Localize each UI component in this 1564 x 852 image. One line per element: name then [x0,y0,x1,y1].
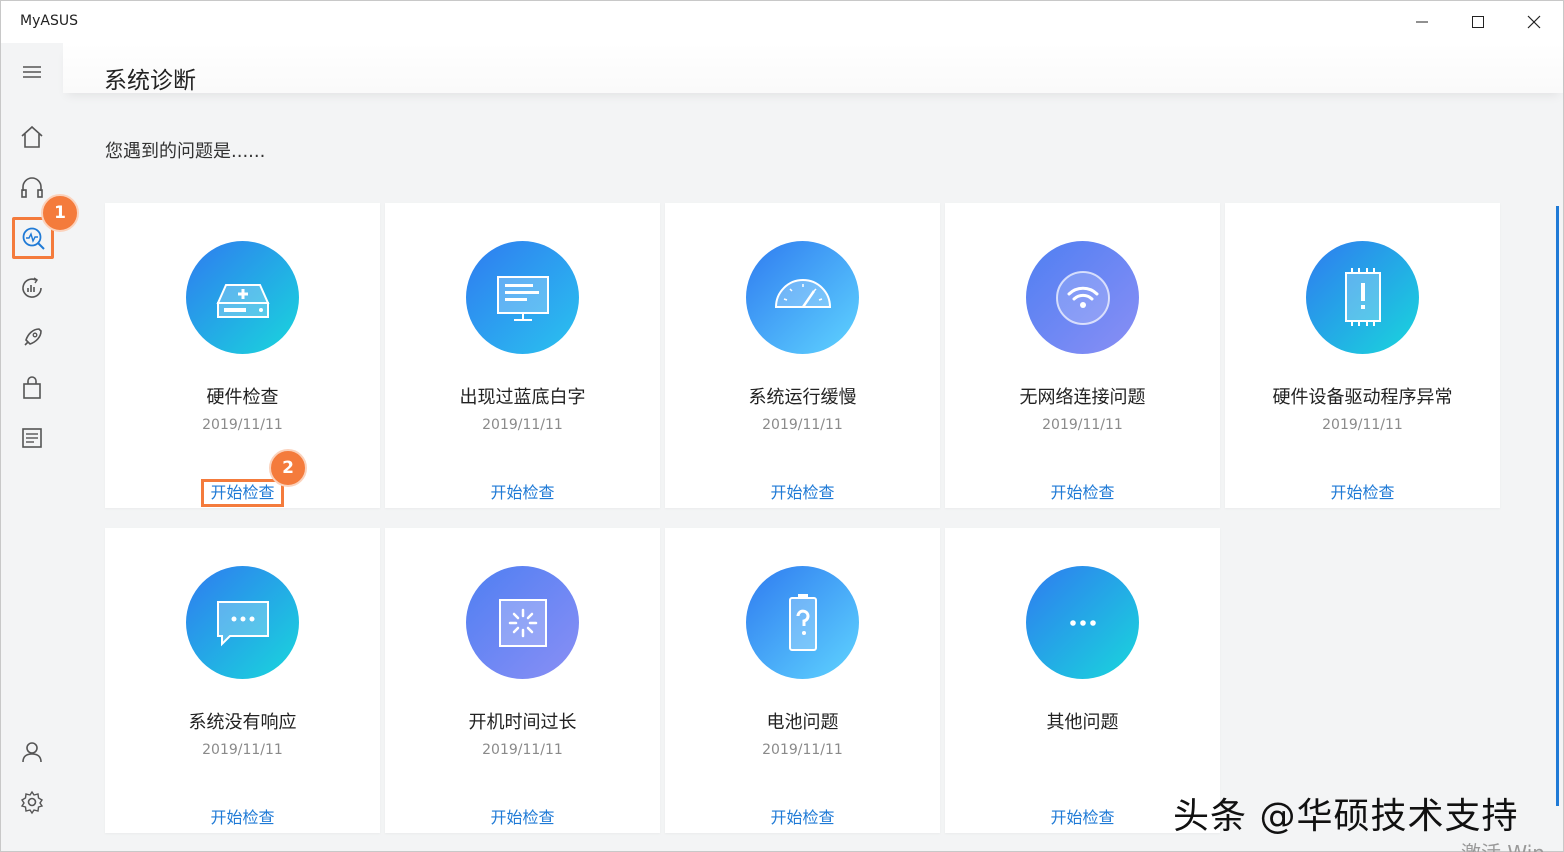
card-blue-screen[interactable]: 出现过蓝底白字 2019/11/11 开始检查 [385,203,660,508]
close-button[interactable] [1511,7,1557,37]
card-date: 2019/11/11 [202,417,283,433]
card-title: 硬件设备驱动程序异常 [1272,387,1453,408]
wifi-icon [1055,270,1110,325]
close-icon [1527,15,1541,29]
step-marker-1: 1 [41,194,79,232]
page-title: 系统诊断 [104,68,196,94]
card-icon-circle [1026,566,1139,679]
app-title: MyASUS [20,13,78,29]
card-title: 硬件检查 [206,387,279,408]
card-icon-circle [466,566,579,679]
card-icon-circle [1306,241,1419,354]
shopping-bag-icon [23,376,41,399]
user-icon [22,742,42,763]
card-icon-circle [186,241,299,354]
more-icon [1069,619,1096,626]
card-date: 2019/11/11 [202,742,283,758]
sidebar-item-system-update[interactable] [15,271,49,305]
question-prompt: 您遇到的问题是...... [105,141,266,162]
start-check-link[interactable]: 开始检查 [105,804,380,828]
card-driver-error[interactable]: 硬件设备驱动程序异常 2019/11/11 开始检查 [1225,203,1500,508]
start-check-link[interactable]: 开始检查 [665,479,940,503]
hamburger-menu-button[interactable] [15,55,49,89]
card-icon-circle [466,241,579,354]
start-check-link[interactable]: 开始检查 [665,804,940,828]
card-system-slow[interactable]: 系统运行缓慢 2019/11/11 开始检查 [665,203,940,508]
sidebar-item-store[interactable] [15,371,49,405]
card-title: 电池问题 [766,712,839,733]
card-title: 系统运行缓慢 [748,387,857,408]
hard-drive-icon [215,283,270,318]
card-date: 2019/11/11 [482,742,563,758]
card-no-network[interactable]: 无网络连接问题 2019/11/11 开始检查 [945,203,1220,508]
diagnosis-search-icon [22,227,45,250]
message-icon [216,600,269,646]
start-check-link[interactable]: 开始检查 [385,804,660,828]
sidebar [1,43,63,851]
card-slow-boot[interactable]: 开机时间过长 2019/11/11 开始检查 [385,528,660,833]
speedometer-icon [774,278,831,308]
myasus-window: MyASUS 1 系统诊断 您遇到的问题是...... 硬件检查 2019/11… [0,0,1564,852]
card-icon-circle [746,566,859,679]
loading-icon [498,598,547,647]
card-date: 2019/11/11 [762,742,843,758]
battery-question-icon [788,593,817,651]
card-date: 2019/11/11 [1042,417,1123,433]
card-battery[interactable]: 电池问题 2019/11/11 开始检查 [665,528,940,833]
sidebar-item-support[interactable] [15,171,49,205]
card-hardware-check[interactable]: 硬件检查 2019/11/11 开始检查 [105,203,380,508]
start-check-link[interactable]: 开始检查 [1225,479,1500,503]
news-icon [22,428,42,448]
headset-icon [21,177,43,198]
sidebar-item-news[interactable] [15,421,49,455]
sidebar-item-account[interactable] [15,735,49,769]
card-date: 2019/11/11 [1322,417,1403,433]
card-title: 系统没有响应 [188,712,297,733]
chip-alert-icon [1344,267,1381,326]
sidebar-item-launch[interactable] [15,321,49,355]
sidebar-item-settings[interactable] [15,785,49,819]
watermark-text: 头条 @华硕技术支持 [1173,796,1519,837]
rocket-icon [24,328,42,346]
monitor-icon [496,275,549,321]
card-icon-circle [1026,241,1139,354]
card-icon-circle [746,241,859,354]
card-action-wrap: 开始检查 [105,479,380,507]
minimize-button[interactable] [1399,7,1445,37]
maximize-button[interactable] [1455,7,1501,37]
windows-activation-text: 激活 Win [1461,837,1545,852]
card-title: 出现过蓝底白字 [459,387,586,408]
gear-icon [20,790,44,815]
maximize-icon [1472,16,1484,28]
sidebar-item-home[interactable] [15,120,49,154]
minimize-icon [1416,21,1428,23]
vertical-scrollbar[interactable] [1556,206,1559,806]
step-marker-2: 2 [269,449,307,487]
card-title: 开机时间过长 [468,712,577,733]
card-not-responding[interactable]: 系统没有响应 2019/11/11 开始检查 [105,528,380,833]
start-check-link[interactable]: 开始检查 [945,479,1220,503]
card-title: 无网络连接问题 [1019,387,1146,408]
card-date: 2019/11/11 [762,417,843,433]
start-check-link[interactable]: 开始检查 [385,479,660,503]
home-icon [21,125,43,148]
card-date: 2019/11/11 [482,417,563,433]
card-title: 其他问题 [1046,712,1119,733]
hamburger-icon [23,66,41,78]
start-check-link[interactable]: 开始检查 [201,479,284,507]
refresh-chart-icon [22,277,42,298]
page-header: 系统诊断 [63,43,1563,94]
card-icon-circle [186,566,299,679]
title-bar: MyASUS [1,1,1563,43]
